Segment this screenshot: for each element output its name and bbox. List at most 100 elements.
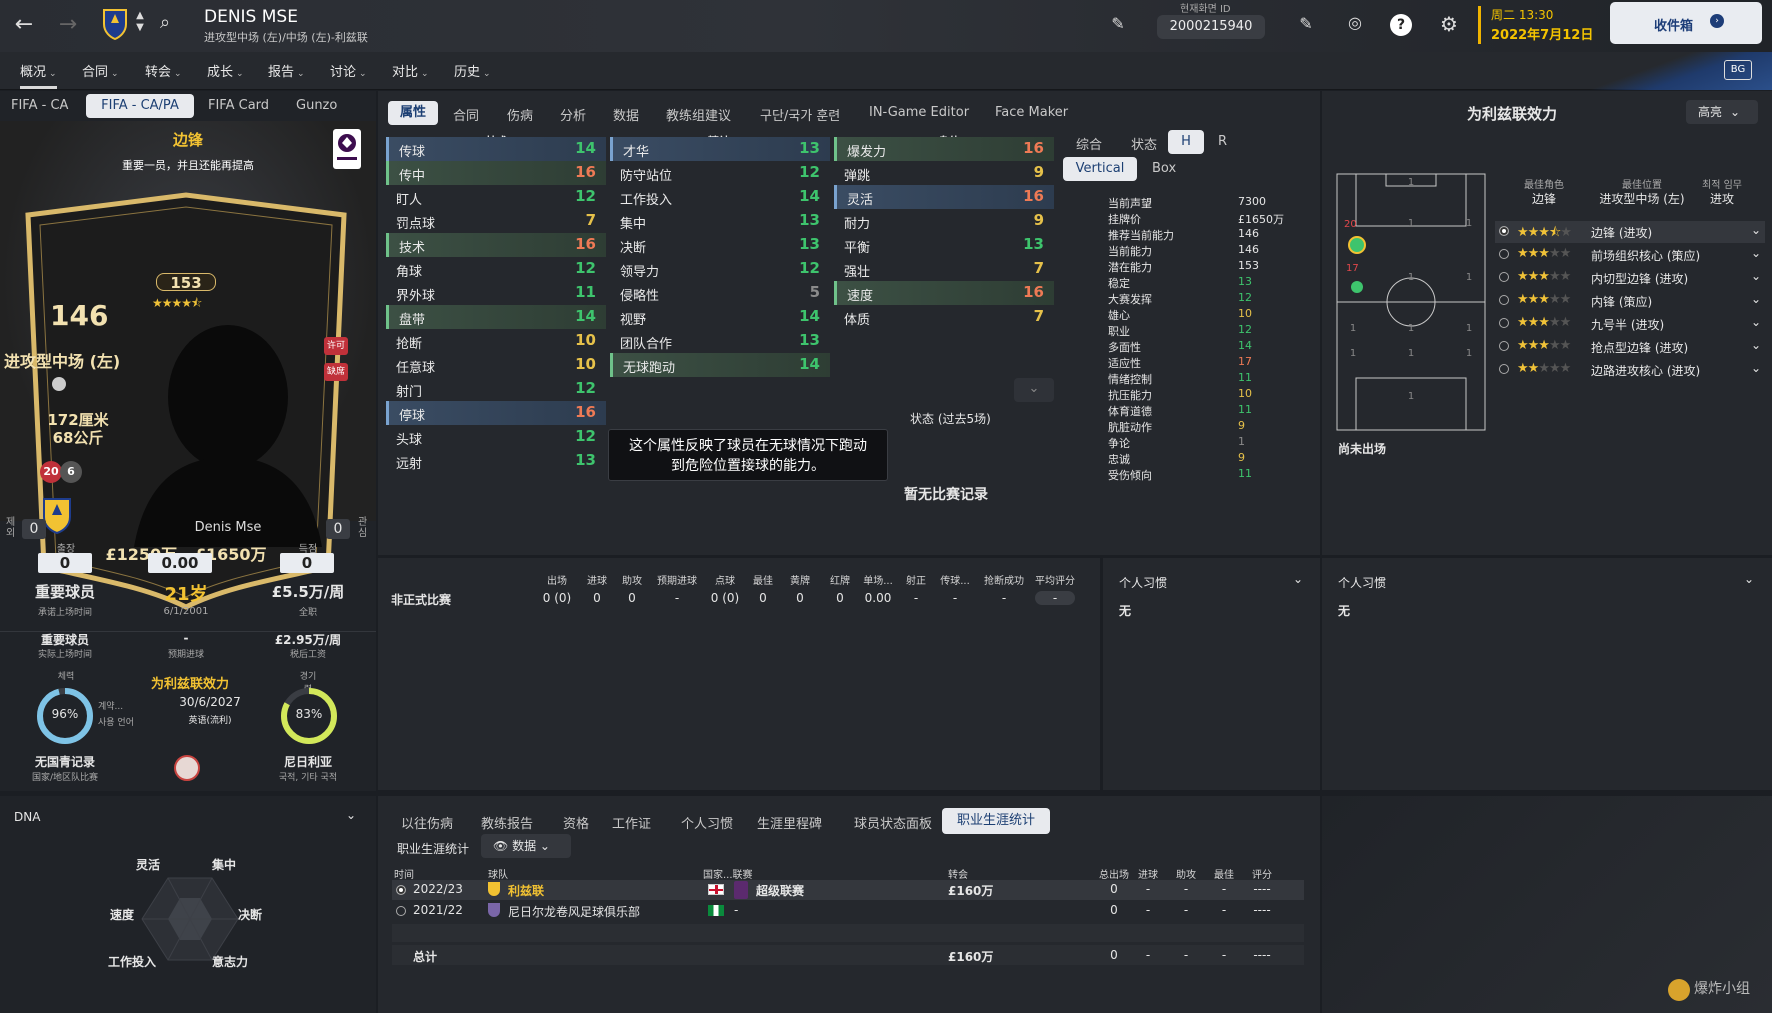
attribute-row[interactable]: 传球 14 bbox=[386, 137, 606, 161]
nav-discuss[interactable]: 讨论 ⌄ bbox=[330, 61, 367, 80]
expand-chevron-icon[interactable]: ⌄ bbox=[1014, 378, 1054, 402]
attribute-row[interactable]: 技术 16 bbox=[386, 233, 606, 257]
gear-icon[interactable]: ⚙ bbox=[1437, 12, 1461, 36]
bottom-tab[interactable]: 资格 bbox=[563, 813, 589, 832]
globe-icon[interactable]: ◎ bbox=[1344, 13, 1366, 32]
role-radio[interactable] bbox=[1499, 295, 1509, 305]
id-field[interactable]: 2000215940 bbox=[1157, 15, 1265, 39]
bottom-tab[interactable]: 教练报告 bbox=[481, 813, 533, 832]
attribute-row[interactable]: 灵活 16 bbox=[834, 185, 1054, 209]
club-crest-icon[interactable] bbox=[102, 8, 128, 41]
career-row[interactable]: 2022/23 利兹联 超级联赛 £160万 0 - - - ---- bbox=[392, 880, 1304, 900]
attribute-row[interactable]: 无球跑动 14 bbox=[610, 353, 830, 377]
attribute-row[interactable]: 体质 7 bbox=[834, 305, 1054, 329]
role-row[interactable]: ★★★★★ 前场组织核心 (策应) ⌄ bbox=[1495, 244, 1765, 266]
attribute-row[interactable]: 射门 12 bbox=[386, 377, 606, 401]
row-team[interactable]: 利兹联 bbox=[508, 882, 544, 899]
attribute-row[interactable]: 决断 13 bbox=[610, 233, 830, 257]
chevron-down-icon[interactable]: ⌄ bbox=[346, 808, 356, 822]
nav-transfer[interactable]: 转会 ⌄ bbox=[145, 61, 182, 80]
tab-fifa-card[interactable]: FIFA Card bbox=[208, 98, 269, 113]
attribute-row[interactable]: 领导力 12 bbox=[610, 257, 830, 281]
data-dropdown[interactable]: 👁 数据 ⌄ bbox=[481, 834, 571, 858]
chevron-down-icon[interactable]: ⌄ bbox=[1293, 572, 1303, 586]
row-select-radio[interactable] bbox=[396, 885, 406, 895]
edit-pencil-icon[interactable]: ✎ bbox=[1296, 14, 1316, 33]
highlight-dropdown[interactable]: 高亮 ⌄ bbox=[1686, 100, 1758, 124]
tab-h[interactable]: H bbox=[1168, 130, 1204, 154]
role-radio[interactable] bbox=[1499, 364, 1509, 374]
role-row[interactable]: ★★★★★ 边路进攻核心 (进攻) ⌄ bbox=[1495, 359, 1765, 381]
tab-ingame-editor[interactable]: IN-Game Editor bbox=[869, 105, 969, 120]
chevron-down-icon[interactable]: ⌄ bbox=[1751, 361, 1761, 375]
career-row[interactable]: 2021/22 尼日尔龙卷风足球俱乐部 - 0 - - - ---- bbox=[392, 901, 1304, 921]
attribute-row[interactable]: 角球 12 bbox=[386, 257, 606, 281]
nav-overview[interactable]: 概况 ⌄ bbox=[20, 61, 57, 89]
row-select-radio[interactable] bbox=[396, 906, 406, 916]
row-team[interactable]: 尼日尔龙卷风足球俱乐部 bbox=[508, 903, 640, 920]
tab-overall[interactable]: 综合 bbox=[1076, 134, 1102, 153]
chevron-down-icon[interactable]: ⌄ bbox=[1751, 269, 1761, 283]
bottom-tab[interactable]: 以往伤病 bbox=[401, 813, 453, 832]
tab-box[interactable]: Box bbox=[1152, 161, 1176, 176]
attribute-row[interactable]: 任意球 10 bbox=[386, 353, 606, 377]
attribute-row[interactable]: 视野 14 bbox=[610, 305, 830, 329]
attribute-row[interactable]: 头球 12 bbox=[386, 425, 606, 449]
attribute-row[interactable]: 防守站位 12 bbox=[610, 161, 830, 185]
attribute-row[interactable]: 盯人 12 bbox=[386, 185, 606, 209]
tab-r[interactable]: R bbox=[1218, 134, 1227, 149]
chevron-down-icon[interactable]: ⌄ bbox=[1744, 572, 1754, 586]
bottom-tab[interactable]: 个人习惯 bbox=[681, 813, 733, 832]
tab-status[interactable]: 状态 bbox=[1131, 134, 1157, 153]
forward-arrow-icon[interactable]: → bbox=[56, 12, 80, 37]
role-radio[interactable] bbox=[1499, 341, 1509, 351]
back-arrow-icon[interactable]: ← bbox=[12, 12, 36, 37]
role-row[interactable]: ★★★★★ 抢点型边锋 (进攻) ⌄ bbox=[1495, 336, 1765, 358]
tab-career-stats[interactable]: 职业生涯统计 bbox=[942, 808, 1050, 834]
tab-training[interactable]: 구단/국가 훈련 bbox=[760, 105, 840, 124]
edit-pencil-icon[interactable]: ✎ bbox=[1108, 14, 1128, 33]
nav-compare[interactable]: 对比 ⌄ bbox=[392, 61, 429, 80]
bottom-tab[interactable]: 工作证 bbox=[612, 813, 651, 832]
attribute-row[interactable]: 团队合作 13 bbox=[610, 329, 830, 353]
role-radio[interactable] bbox=[1499, 272, 1509, 282]
nav-history[interactable]: 历史 ⌄ bbox=[454, 61, 491, 80]
chevron-down-icon[interactable]: ⌄ bbox=[1751, 338, 1761, 352]
attribute-row[interactable]: 停球 16 bbox=[386, 401, 606, 425]
chevron-updown-icon[interactable]: ▲ ▼ bbox=[134, 10, 146, 34]
bg-toggle-icon[interactable]: BG bbox=[1724, 60, 1752, 80]
tab-data[interactable]: 数据 bbox=[613, 105, 639, 124]
attribute-row[interactable]: 平衡 13 bbox=[834, 233, 1054, 257]
tab-coach-advice[interactable]: 教练组建议 bbox=[666, 105, 731, 124]
attribute-row[interactable]: 集中 13 bbox=[610, 209, 830, 233]
chevron-down-icon[interactable]: ⌄ bbox=[1751, 246, 1761, 260]
tab-gunzo[interactable]: Gunzo bbox=[296, 98, 337, 113]
attribute-row[interactable]: 传中 16 bbox=[386, 161, 606, 185]
attribute-row[interactable]: 罚点球 7 bbox=[386, 209, 606, 233]
tab-contract[interactable]: 合同 bbox=[453, 105, 479, 124]
nav-contract[interactable]: 合同 ⌄ bbox=[82, 61, 119, 80]
role-radio[interactable] bbox=[1499, 249, 1509, 259]
role-row[interactable]: ★★★⯪★ 边锋 (进攻) ⌄ bbox=[1495, 221, 1765, 243]
tab-injuries[interactable]: 伤病 bbox=[507, 105, 533, 124]
attribute-row[interactable]: 速度 16 bbox=[834, 281, 1054, 305]
tab-attributes[interactable]: 属性 bbox=[388, 101, 438, 125]
attribute-row[interactable]: 爆发力 16 bbox=[834, 137, 1054, 161]
help-icon[interactable]: ? bbox=[1390, 14, 1412, 36]
attribute-row[interactable]: 强壮 7 bbox=[834, 257, 1054, 281]
search-icon[interactable]: ⌕ bbox=[154, 12, 176, 33]
row-league[interactable]: 超级联赛 bbox=[756, 882, 804, 899]
attribute-row[interactable]: 界外球 11 bbox=[386, 281, 606, 305]
tab-fifa-ca-pa[interactable]: FIFA - CA/PA bbox=[86, 94, 194, 118]
nav-development[interactable]: 成长 ⌄ bbox=[207, 61, 244, 80]
chevron-down-icon[interactable]: ⌄ bbox=[1751, 223, 1761, 237]
attribute-row[interactable]: 耐力 9 bbox=[834, 209, 1054, 233]
chevron-down-icon[interactable]: ⌄ bbox=[1751, 315, 1761, 329]
attribute-row[interactable]: 才华 13 bbox=[610, 137, 830, 161]
tab-analysis[interactable]: 分析 bbox=[560, 105, 586, 124]
role-radio[interactable] bbox=[1499, 226, 1509, 236]
bottom-tab[interactable]: 生涯里程碑 bbox=[757, 813, 822, 832]
inbox-button[interactable]: 收件箱 › bbox=[1610, 2, 1762, 44]
tab-fifa-ca[interactable]: FIFA - CA bbox=[11, 98, 68, 113]
attribute-row[interactable]: 弹跳 9 bbox=[834, 161, 1054, 185]
